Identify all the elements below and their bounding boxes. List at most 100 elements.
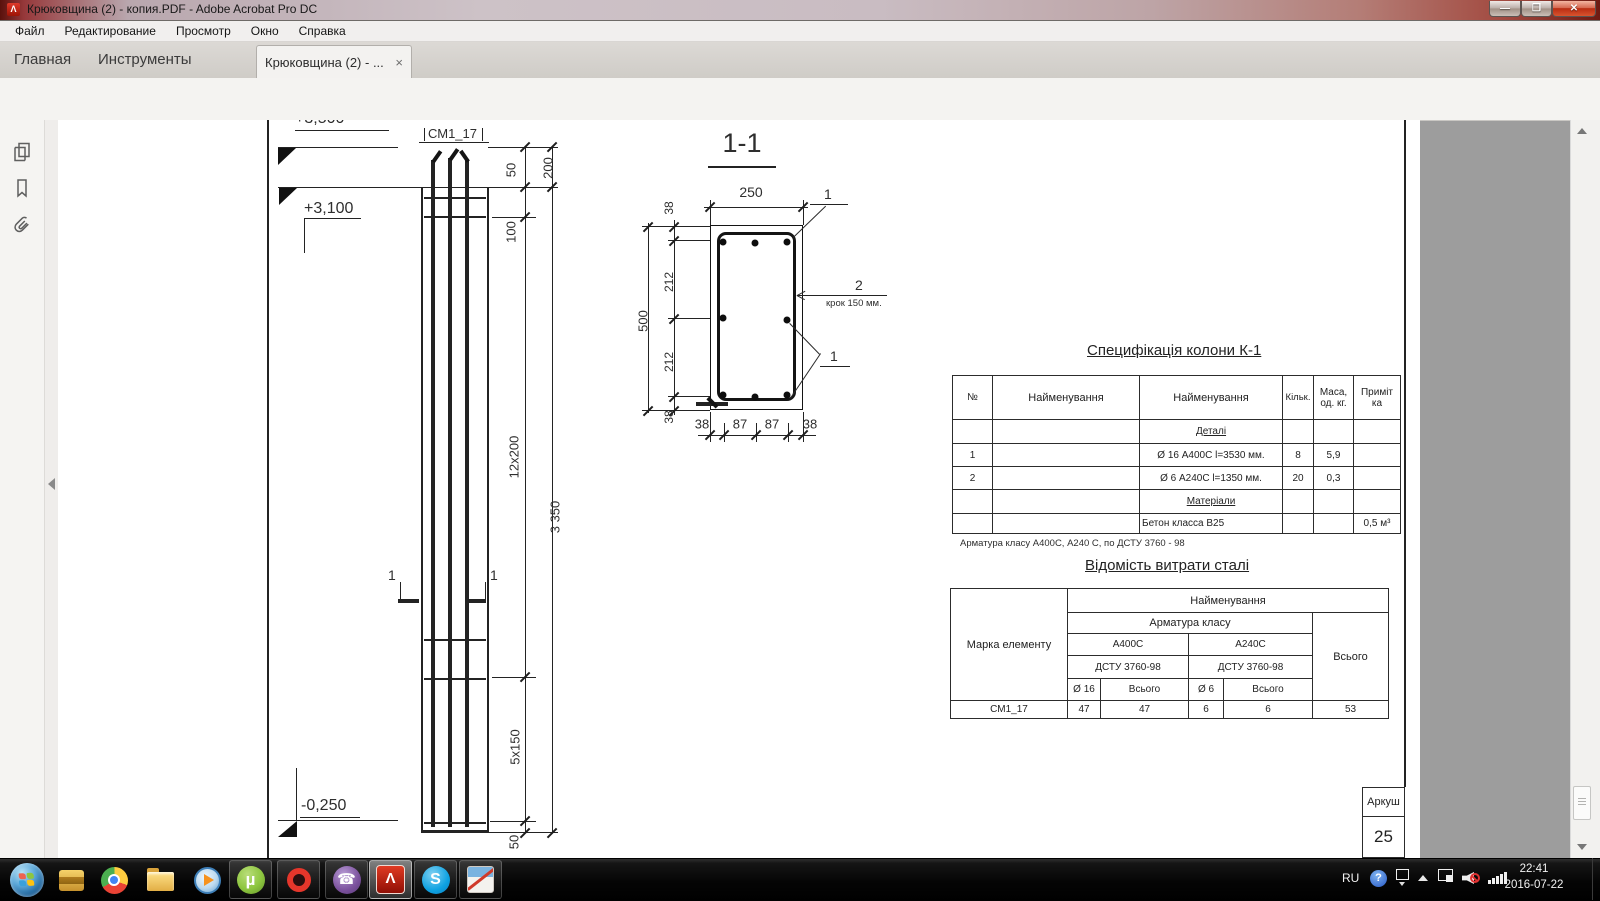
language-indicator[interactable]: RU xyxy=(1342,871,1359,885)
vertical-scrollbar[interactable] xyxy=(1570,120,1600,858)
sheet-number-box: Аркуш 25 xyxy=(1362,787,1405,858)
attachments-icon[interactable] xyxy=(10,212,34,236)
section-mark-left-label: 1 xyxy=(388,567,396,583)
spec-footnote: Арматура класу А400С, А240 С, по ДСТУ 37… xyxy=(960,538,1185,549)
sheet-number: 25 xyxy=(1363,817,1404,857)
spec-group-details: Деталі xyxy=(1140,420,1283,444)
stirrup-tie xyxy=(424,822,486,824)
table-row: СМ1_17 47 47 6 6 53 xyxy=(951,701,1389,719)
menu-help[interactable]: Справка xyxy=(294,22,351,40)
restore-button[interactable]: ❐ xyxy=(1521,1,1552,17)
taskbar-acrobat-button[interactable]: Λ xyxy=(369,860,412,899)
collapse-panel-icon[interactable] xyxy=(48,478,55,490)
taskbar-chrome-icon[interactable] xyxy=(97,863,131,897)
rebar-hook xyxy=(459,150,469,163)
sheet-label: Аркуш xyxy=(1363,788,1404,817)
show-desktop-divider[interactable] xyxy=(1592,858,1593,900)
show-hidden-icons-icon[interactable] xyxy=(1418,875,1428,881)
rebar-hook xyxy=(432,150,442,163)
tray-help-icon[interactable]: ? xyxy=(1370,870,1387,887)
sidebar-collapse-strip[interactable] xyxy=(45,120,59,858)
taskbar-skype-button[interactable]: S xyxy=(414,860,457,899)
level-mark-icon xyxy=(278,821,297,837)
steel-dstu2: ДСТУ 3760-98 xyxy=(1189,656,1313,679)
menu-edit[interactable]: Редактирование xyxy=(60,22,161,40)
member-mark-label: СМ1_17 xyxy=(428,126,477,141)
system-tray: RU ? 22:41 2016-07-22 xyxy=(1330,858,1600,900)
minimize-button[interactable]: — xyxy=(1489,1,1521,17)
level-bottom-label: -0,250 xyxy=(301,797,346,815)
scrollbar-thumb[interactable] xyxy=(1573,786,1591,820)
tray-window-icon[interactable] xyxy=(1396,869,1409,880)
taskbar-paint-button[interactable] xyxy=(459,860,502,899)
tab-document[interactable]: Крюковщина (2) - ... × xyxy=(256,45,412,78)
level-mark-icon xyxy=(279,188,297,205)
dim-38-bottom: 38 xyxy=(662,410,676,423)
document-toolbar: / 26 66,7% xyxy=(0,78,1600,121)
menu-file[interactable]: Файл xyxy=(10,22,50,40)
tray-time: 22:41 xyxy=(1496,861,1572,877)
rebar-dot xyxy=(752,240,759,247)
steel-total2-header: Всього xyxy=(1224,679,1313,701)
rebar-dot xyxy=(720,392,727,399)
scroll-down-icon[interactable] xyxy=(1577,844,1587,850)
rebar xyxy=(465,160,469,827)
leader-1-bottom-label: 1 xyxy=(830,348,838,364)
menu-bar: Файл Редактирование Просмотр Окно Справк… xyxy=(0,21,1600,42)
clock[interactable]: 22:41 2016-07-22 xyxy=(1496,861,1572,893)
scroll-up-icon[interactable] xyxy=(1577,128,1587,134)
menu-window[interactable]: Окно xyxy=(246,22,284,40)
steel-total1-header: Всього xyxy=(1101,679,1189,701)
network-icon[interactable] xyxy=(1438,869,1453,881)
taskbar-wallet-icon[interactable] xyxy=(54,863,88,897)
close-button[interactable]: ✕ xyxy=(1552,1,1596,17)
window-controls: — ❐ ✕ xyxy=(1489,1,1596,17)
rebar-dot xyxy=(784,239,791,246)
leader-2-label: 2 xyxy=(855,277,863,293)
taskbar-utorrent-button[interactable]: µ xyxy=(229,860,272,899)
pdf-page[interactable]: +3,500 +3,100 -0,250 СМ1_17 xyxy=(58,120,1420,858)
steel-name-header: Найменування xyxy=(1068,589,1389,613)
table-row: Матеріали xyxy=(953,490,1401,514)
dim-5x150: 5x150 xyxy=(508,729,523,764)
taskbar-viber-button[interactable]: ☎ xyxy=(325,860,368,899)
spec-col-mass: Маса,од. кг. xyxy=(1314,376,1354,420)
dim-100: 100 xyxy=(504,221,519,243)
steel-table: Марка елементу Найменування Арматура кла… xyxy=(950,588,1389,719)
volume-muted-icon[interactable] xyxy=(1462,869,1482,887)
dim-500: 500 xyxy=(636,310,651,332)
steel-row-mark: СМ1_17 xyxy=(951,701,1068,719)
steel-table-title: Відомість витрати сталі xyxy=(1085,557,1249,574)
leader-2-note: крок 150 мм. xyxy=(826,298,882,309)
page-thumbnails-icon[interactable] xyxy=(10,140,34,164)
spec-col-name1: Найменування xyxy=(993,376,1140,420)
acrobat-icon: Λ xyxy=(376,865,405,894)
spec-group-materials: Матеріали xyxy=(1140,490,1283,514)
spec-row3-desc: Бетон класса В25 xyxy=(1140,514,1283,534)
dim-200: 200 xyxy=(541,157,556,179)
utorrent-icon: µ xyxy=(237,866,265,894)
title-bar: Λ Крюковщина (2) - копия.PDF - Adobe Acr… xyxy=(0,0,1600,21)
desktop: { "window": { "title": "Крюковщина (2) -… xyxy=(0,0,1600,900)
bookmarks-icon[interactable] xyxy=(10,176,34,200)
dim-12x200: 12x200 xyxy=(507,436,522,479)
dim-212-b: 212 xyxy=(662,352,676,372)
taskbar-media-player-icon[interactable] xyxy=(190,863,224,897)
stirrup-tie xyxy=(424,678,486,680)
window-title: Крюковщина (2) - копия.PDF - Adobe Acrob… xyxy=(27,2,317,16)
acrobat-app-icon: Λ xyxy=(7,3,20,16)
tab-tools[interactable]: Инструменты xyxy=(98,51,192,68)
taskbar-explorer-icon[interactable] xyxy=(143,863,177,897)
menu-view[interactable]: Просмотр xyxy=(171,22,236,40)
level-top-label: +3,500 xyxy=(295,120,344,128)
spec-table: № Найменування Найменування Кільк. Маса,… xyxy=(952,375,1401,534)
taskbar-opera-button[interactable] xyxy=(277,860,320,899)
tab-home[interactable]: Главная xyxy=(14,51,71,68)
drawing-frame-left xyxy=(267,120,269,858)
spec-col-no: № xyxy=(953,376,993,420)
table-row: Деталі xyxy=(953,420,1401,444)
tab-close-icon[interactable]: × xyxy=(395,55,403,70)
steel-a400-header: А400С xyxy=(1068,634,1189,656)
start-button[interactable] xyxy=(10,863,44,897)
rebar-dot xyxy=(720,239,727,246)
